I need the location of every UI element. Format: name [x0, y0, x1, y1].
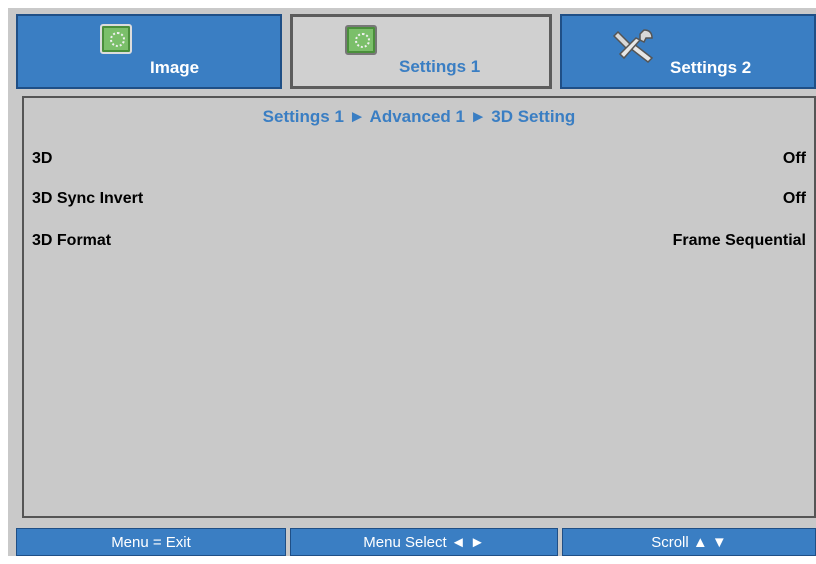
setting-value: Off — [782, 150, 806, 167]
hint-menu-select: Menu Select ◄ ► — [290, 528, 558, 556]
image-icon — [100, 24, 132, 54]
setting-value: Off — [782, 190, 806, 207]
setting-name: 3D Sync Invert — [32, 190, 144, 207]
tab-image-label: Image — [150, 58, 200, 77]
setting-row-3d-sync-invert[interactable]: 3D Sync Invert Off — [24, 190, 814, 214]
setting-name: 3D — [32, 150, 53, 167]
settings-panel: Settings 1 ► Advanced 1 ► 3D Setting 3D … — [22, 96, 816, 518]
hint-menu-exit: Menu = Exit — [16, 528, 286, 556]
image-icon — [345, 25, 377, 55]
help-bar: Menu = Exit Menu Select ◄ ► Scroll ▲ ▼ — [16, 528, 816, 556]
tools-icon — [612, 29, 654, 63]
setting-value: Frame Sequential — [672, 232, 806, 249]
setting-row-3d[interactable]: 3D Off — [24, 150, 814, 174]
tab-settings-1[interactable]: Settings 1 — [290, 14, 552, 89]
tab-settings-2[interactable]: Settings 2 — [560, 14, 816, 89]
menu-tab-bar: Image Settings 1 Settings 2 — [16, 14, 816, 89]
setting-name: 3D Format — [32, 232, 112, 249]
breadcrumb: Settings 1 ► Advanced 1 ► 3D Setting — [262, 107, 576, 126]
setting-row-3d-format[interactable]: 3D Format Frame Sequential — [24, 232, 814, 256]
tab-settings-2-label: Settings 2 — [670, 58, 752, 77]
tab-settings-1-label: Settings 1 — [399, 57, 481, 76]
hint-scroll: Scroll ▲ ▼ — [562, 528, 816, 556]
tab-image[interactable]: Image — [16, 14, 282, 89]
